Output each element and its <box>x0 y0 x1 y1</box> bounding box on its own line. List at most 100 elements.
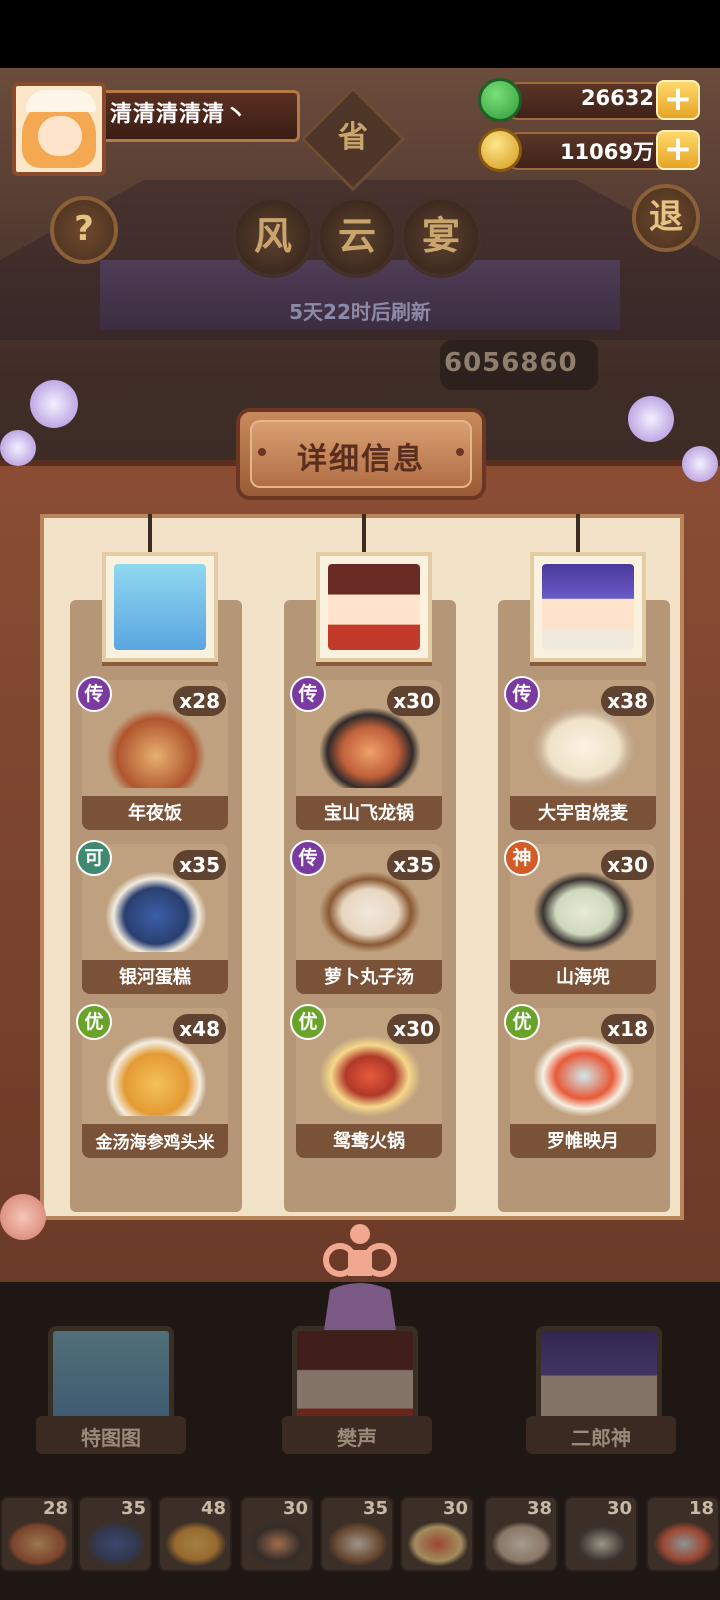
rank-badge: 优 <box>76 1004 112 1040</box>
dish-slot[interactable]: 35 <box>320 1496 394 1572</box>
dish-name: 鸳鸯火锅 <box>333 1131 405 1152</box>
dish-name: 罗帷映月 <box>547 1131 619 1152</box>
dish-slot[interactable]: 48 <box>158 1496 232 1572</box>
jade-icon <box>478 78 522 122</box>
dish-card[interactable]: 传 x28 年夜饭 <box>76 676 228 830</box>
avatar-face <box>38 116 82 156</box>
dish-image <box>320 872 420 952</box>
knot-ornament-icon <box>323 1224 397 1330</box>
title-char-1: 风 <box>232 196 314 278</box>
dish-card[interactable]: 优 x48 金汤海参鸡头米 <box>76 1004 228 1158</box>
slot-count: 38 <box>526 1498 552 1519</box>
dish-card[interactable]: 传 x30 宝山飞龙锅 <box>290 676 442 830</box>
dish-image <box>534 1036 634 1116</box>
dish-image <box>106 872 206 952</box>
flower-icon <box>30 380 78 428</box>
dish-slot[interactable]: 18 <box>646 1496 720 1572</box>
chef-name: 樊声 <box>337 1426 377 1450</box>
rank-badge: 传 <box>504 676 540 712</box>
dish-name: 大宇宙烧麦 <box>538 803 628 824</box>
score-value: 6056860 <box>444 348 578 378</box>
slot-dish-image <box>492 1522 552 1566</box>
chef-image <box>542 564 634 650</box>
dish-quantity: x38 <box>601 686 654 716</box>
dish-card[interactable]: 传 x38 大宇宙烧麦 <box>504 676 656 830</box>
slot-count: 48 <box>200 1498 226 1519</box>
jade-value: 26632 <box>580 86 654 110</box>
dish-card[interactable]: 优 x18 罗帷映月 <box>504 1004 656 1158</box>
dish-image <box>534 708 634 788</box>
flower-icon <box>682 446 718 482</box>
hanging-string <box>362 514 366 554</box>
dish-quantity: x35 <box>173 850 226 880</box>
dish-image <box>534 872 634 952</box>
slot-count: 30 <box>606 1498 632 1519</box>
rank-badge: 优 <box>290 1004 326 1040</box>
dish-image <box>320 708 420 788</box>
dish-name: 萝卜丸子汤 <box>324 967 414 988</box>
player-name: 清清清清清丶 <box>110 102 249 127</box>
slot-dish-image <box>572 1522 632 1566</box>
flower-icon <box>0 430 36 466</box>
dish-quantity: x35 <box>387 850 440 880</box>
slot-count: 35 <box>362 1498 388 1519</box>
player-avatar[interactable] <box>12 82 106 176</box>
dish-slot[interactable]: 30 <box>240 1496 314 1572</box>
dish-image <box>320 1036 420 1116</box>
dish-quantity: x48 <box>173 1014 226 1044</box>
chef-image <box>328 564 420 650</box>
slot-dish-image <box>86 1522 146 1566</box>
dish-image <box>106 1036 206 1116</box>
dish-slot[interactable]: 38 <box>484 1496 558 1572</box>
flower-icon <box>628 396 674 442</box>
slot-dish-image <box>408 1522 468 1566</box>
rank-badge: 传 <box>290 676 326 712</box>
help-button[interactable]: ? <box>50 196 118 264</box>
panel-title: 详细信息 <box>297 442 425 477</box>
exit-button[interactable]: 退 <box>632 184 700 252</box>
dish-quantity: x30 <box>601 850 654 880</box>
dish-quantity: x30 <box>387 1014 440 1044</box>
dish-slot[interactable]: 28 <box>0 1496 74 1572</box>
rank-badge: 可 <box>76 840 112 876</box>
chef-image <box>114 564 206 650</box>
dish-card[interactable]: 可 x35 银河蛋糕 <box>76 840 228 994</box>
dish-card[interactable]: 传 x35 萝卜丸子汤 <box>290 840 442 994</box>
dish-quantity: x30 <box>387 686 440 716</box>
dish-image <box>106 708 206 788</box>
dish-slot[interactable]: 30 <box>564 1496 638 1572</box>
dish-slot[interactable]: 30 <box>400 1496 474 1572</box>
slot-dish-image <box>248 1522 308 1566</box>
coin-value: 11069万 <box>559 140 654 164</box>
coin-icon <box>478 128 522 172</box>
slot-count: 28 <box>42 1498 68 1519</box>
title-char-3: 宴 <box>400 196 482 278</box>
chef-name: 二郎神 <box>571 1426 631 1450</box>
dish-card[interactable]: 优 x30 鸳鸯火锅 <box>290 1004 442 1158</box>
slot-dish-image <box>166 1522 226 1566</box>
dish-name: 银河蛋糕 <box>119 967 191 988</box>
chef-portrait-2[interactable] <box>316 552 432 662</box>
rank-badge: 优 <box>504 1004 540 1040</box>
refresh-timer: 5天22时后刷新 <box>289 300 431 324</box>
add-coin-button[interactable]: + <box>656 130 700 170</box>
add-jade-button[interactable]: + <box>656 80 700 120</box>
rank-badge: 传 <box>290 840 326 876</box>
chef-portrait-1[interactable] <box>102 552 218 662</box>
hanging-string <box>576 514 580 554</box>
province-label: 省 <box>338 120 368 155</box>
slot-dish-image <box>328 1522 388 1566</box>
slot-dish-image <box>8 1522 68 1566</box>
slot-count: 35 <box>120 1498 146 1519</box>
dish-slot[interactable]: 35 <box>78 1496 152 1572</box>
chef-portrait-3[interactable] <box>530 552 646 662</box>
dish-name: 金汤海参鸡头米 <box>95 1133 215 1153</box>
dish-card[interactable]: 神 x30 山海兜 <box>504 840 656 994</box>
dish-name: 山海兜 <box>556 967 610 988</box>
slot-count: 18 <box>688 1498 714 1519</box>
title-char-2: 云 <box>316 196 398 278</box>
chef-name: 特图图 <box>81 1426 141 1450</box>
slot-count: 30 <box>442 1498 468 1519</box>
rank-badge: 传 <box>76 676 112 712</box>
dish-name: 宝山飞龙锅 <box>324 803 414 824</box>
